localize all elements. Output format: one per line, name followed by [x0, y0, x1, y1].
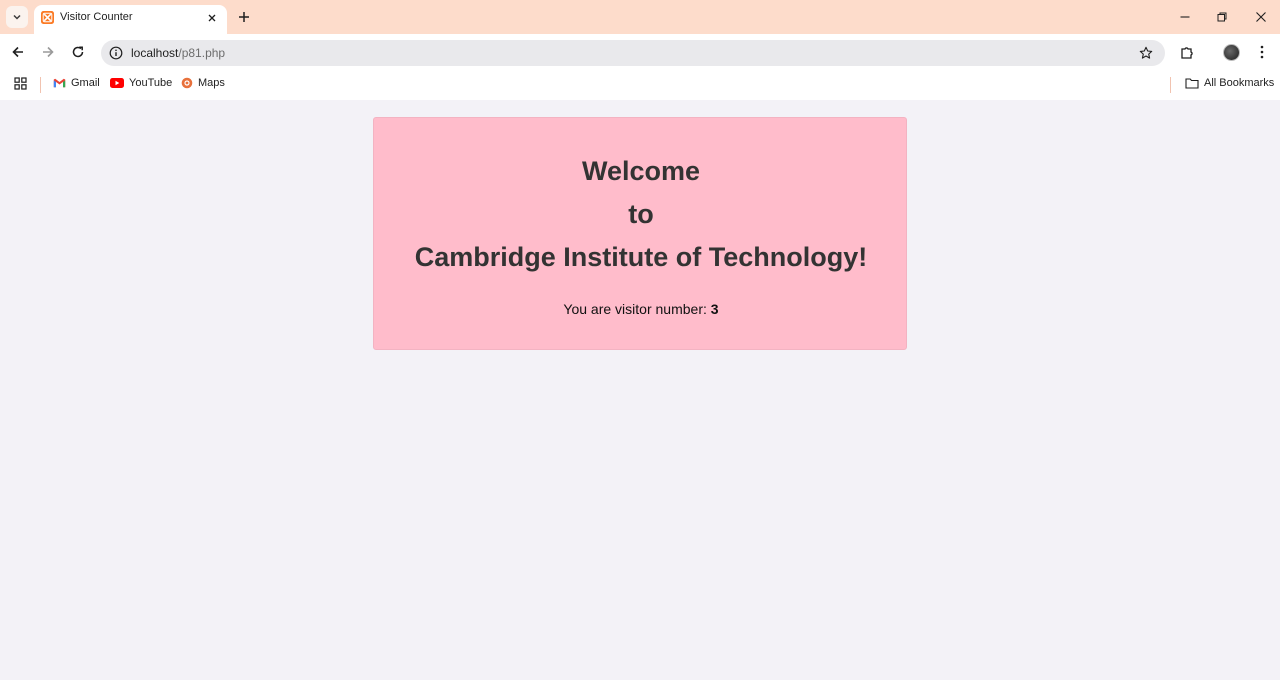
bookmark-maps[interactable]: Maps [181, 77, 225, 89]
menu-button[interactable] [1253, 43, 1271, 61]
minimize-button[interactable] [1176, 8, 1194, 26]
welcome-heading-line-3: Cambridge Institute of Technology! [414, 242, 868, 272]
arrow-left-icon [12, 46, 23, 58]
url-path: /p81.php [178, 46, 226, 60]
puzzle-icon [1180, 46, 1193, 59]
bookmark-label: Gmail [71, 77, 100, 89]
avatar[interactable] [1223, 44, 1240, 61]
xampp-icon [41, 11, 54, 24]
close-icon [208, 14, 216, 22]
url-text: localhost/p81.php [131, 46, 225, 60]
youtube-icon [110, 78, 124, 88]
visitor-count: 3 [710, 301, 719, 317]
bookmarks-bar: Gmail YouTube Maps All Bookmarks [0, 71, 1280, 100]
tab-close-button[interactable] [204, 10, 220, 26]
reload-icon [72, 46, 84, 58]
bookmark-gmail[interactable]: Gmail [53, 77, 100, 89]
folder-icon [1185, 78, 1199, 89]
url-host: localhost [131, 46, 179, 60]
back-button[interactable] [9, 43, 27, 61]
restore-icon [1217, 12, 1227, 22]
arrow-right-icon [43, 46, 54, 58]
apps-button[interactable] [14, 77, 27, 90]
welcome-heading-line-1: Welcome [581, 156, 701, 186]
bookmarks-divider [1170, 77, 1171, 93]
close-window-button[interactable] [1252, 8, 1270, 26]
new-tab-button[interactable] [234, 7, 254, 27]
chevron-down-icon [13, 14, 21, 20]
gmail-icon [53, 78, 66, 88]
all-bookmarks-button[interactable]: All Bookmarks [1185, 77, 1274, 89]
tab-search-button[interactable] [6, 6, 28, 28]
all-bookmarks-label: All Bookmarks [1204, 77, 1275, 89]
kebab-menu-icon [1260, 45, 1264, 59]
bookmark-label: YouTube [129, 77, 173, 89]
plus-icon [239, 12, 249, 22]
reload-button[interactable] [69, 43, 87, 61]
tab-strip: Visitor Counter [0, 0, 1280, 34]
info-icon[interactable] [109, 46, 123, 60]
visitor-counter: You are visitor number: 3 [374, 301, 908, 317]
tab-title: Visitor Counter [60, 11, 133, 23]
tab-visitor-counter[interactable]: Visitor Counter [34, 5, 227, 34]
welcome-card: Welcome to Cambridge Institute of Techno… [373, 117, 907, 350]
welcome-heading-line-2: to [628, 199, 654, 229]
maps-icon [181, 77, 193, 89]
minimize-icon [1180, 16, 1190, 18]
bookmarks-divider [40, 77, 41, 93]
address-bar[interactable]: localhost/p81.php [101, 40, 1165, 66]
star-icon[interactable] [1139, 46, 1153, 60]
visitor-label: You are visitor number: [563, 301, 711, 317]
close-icon [1256, 12, 1266, 22]
restore-button[interactable] [1213, 8, 1231, 26]
bookmark-label: Maps [198, 77, 225, 89]
toolbar: localhost/p81.php [0, 34, 1280, 71]
forward-button[interactable] [39, 43, 57, 61]
extensions-button[interactable] [1178, 43, 1196, 61]
apps-grid-icon [14, 77, 27, 90]
bookmark-youtube[interactable]: YouTube [110, 77, 172, 89]
